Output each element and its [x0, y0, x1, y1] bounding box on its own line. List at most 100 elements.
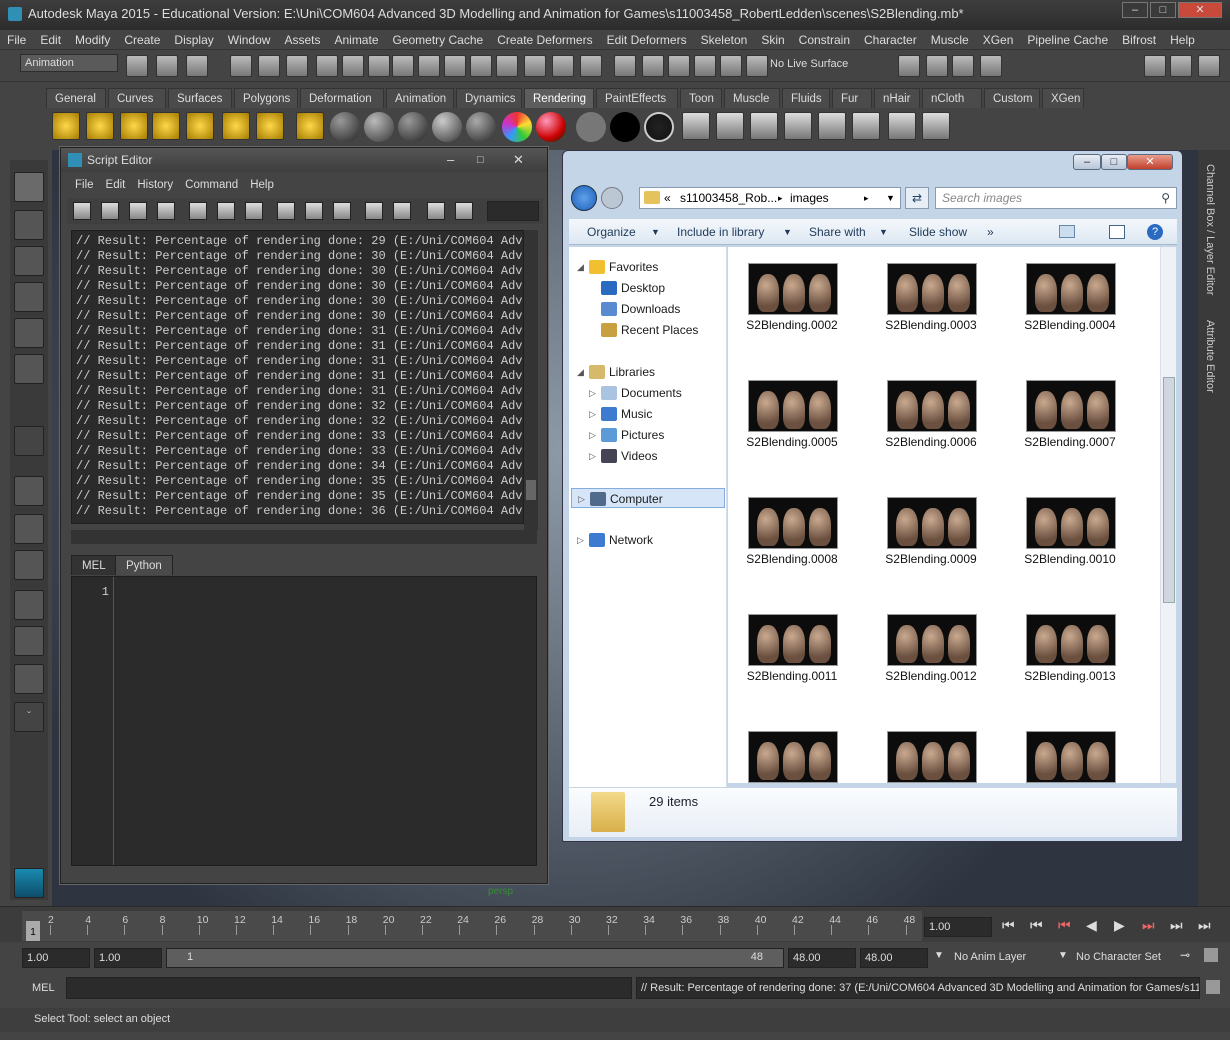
status-tool-icon[interactable] — [1198, 55, 1220, 77]
render-tool-icon[interactable] — [682, 112, 710, 140]
status-tool-icon[interactable] — [720, 55, 742, 77]
expand-arrow-icon[interactable]: ▷ — [577, 530, 584, 550]
se-minimize-button[interactable]: – — [447, 148, 454, 172]
status-tool-icon[interactable] — [642, 55, 664, 77]
render-tool-icon[interactable] — [784, 112, 812, 140]
menu-animate[interactable]: Animate — [327, 30, 385, 50]
nav-computer[interactable]: ▷ Computer — [571, 488, 725, 508]
shelf-tab-dynamics[interactable]: Dynamics — [456, 88, 522, 108]
search-box[interactable]: Search images ⚲ — [935, 187, 1177, 209]
status-tool-icon[interactable] — [746, 55, 768, 77]
status-tool-icon[interactable] — [694, 55, 716, 77]
menu-create-deformers[interactable]: Create Deformers — [490, 30, 599, 50]
preview-pane-icon[interactable] — [1109, 225, 1125, 239]
rotate-tool-icon[interactable] — [14, 318, 44, 348]
range-slider-bar[interactable]: 1 48 — [166, 948, 784, 968]
prefs-icon[interactable] — [1204, 948, 1218, 962]
time-slider-track[interactable]: 2 4 6 8 10 12 14 16 18 20 22 24 26 28 30 32 34 36 38 40 42 44… — [22, 911, 922, 941]
mode-selector[interactable]: Animation — [20, 54, 118, 72]
channel-box-tab[interactable]: Channel Box / Layer Editor — [1204, 164, 1216, 295]
key-icon[interactable]: ⊸ — [1180, 948, 1190, 962]
shelf-tab-curves[interactable]: Curves — [108, 88, 166, 108]
status-tool-icon[interactable] — [952, 55, 974, 77]
render-material-icon[interactable] — [330, 112, 360, 142]
command-input[interactable] — [66, 977, 632, 999]
playback-start-field[interactable]: 1.00 — [94, 948, 162, 968]
expand-arrow-icon[interactable]: ▷ — [589, 446, 596, 466]
status-tool-icon[interactable] — [980, 55, 1002, 77]
menu-display[interactable]: Display — [167, 30, 220, 50]
file-item[interactable]: S2Blending.0011 — [732, 600, 852, 700]
help-icon[interactable]: ? — [1147, 224, 1163, 240]
file-item[interactable]: S2Blending.0002 — [732, 249, 852, 349]
shelf-tab-xgen[interactable]: XGen — [1042, 88, 1084, 108]
se-toolbar-icon[interactable] — [393, 202, 411, 220]
cmd-organize[interactable]: Organize — [587, 219, 636, 245]
ex-maximize-button[interactable]: □ — [1101, 154, 1127, 170]
shelf-tab-custom[interactable]: Custom — [984, 88, 1040, 108]
se-toolbar-icon[interactable] — [129, 202, 147, 220]
anim-layer-dropdown-icon[interactable]: ▼ — [934, 950, 944, 961]
lasso-tool-icon[interactable] — [14, 210, 44, 240]
step-forward-frame-icon[interactable]: ⏭ — [1142, 917, 1155, 934]
render-light-icon[interactable] — [256, 112, 284, 140]
nav-documents[interactable]: ▷ Documents — [589, 383, 741, 403]
shelf-tab-polygons[interactable]: Polygons — [234, 88, 298, 108]
status-tool-icon[interactable] — [342, 55, 364, 77]
shelf-tab-fluids[interactable]: Fluids — [782, 88, 830, 108]
se-toolbar-icon[interactable] — [157, 202, 175, 220]
file-item[interactable] — [1010, 717, 1130, 783]
file-item[interactable] — [732, 717, 852, 783]
render-tool-icon[interactable] — [922, 112, 950, 140]
expand-arrow-icon[interactable]: ▷ — [578, 489, 585, 509]
current-time-field[interactable]: 1.00 — [924, 917, 992, 937]
se-toolbar-icon[interactable] — [455, 202, 473, 220]
status-tool-icon[interactable] — [156, 55, 178, 77]
nav-network[interactable]: ▷ Network — [577, 530, 729, 550]
maximize-button[interactable]: □ — [1150, 2, 1176, 18]
file-item[interactable]: S2Blending.0010 — [1010, 483, 1130, 583]
status-tool-icon[interactable] — [668, 55, 690, 77]
render-light-icon[interactable] — [86, 112, 114, 140]
render-material-icon[interactable] — [536, 112, 566, 142]
nav-downloads[interactable]: Downloads — [601, 299, 741, 319]
shelf-tab-toon[interactable]: Toon — [680, 88, 722, 108]
menu-modify[interactable]: Modify — [68, 30, 117, 50]
status-tool-icon[interactable] — [580, 55, 602, 77]
shelf-tab-muscle[interactable]: Muscle — [724, 88, 780, 108]
render-material-icon[interactable] — [644, 112, 674, 142]
render-material-icon[interactable] — [576, 112, 606, 142]
expand-arrow-icon[interactable]: ◢ — [577, 257, 584, 277]
status-tool-icon[interactable] — [1144, 55, 1166, 77]
output-horizontal-scrollbar[interactable] — [71, 530, 537, 544]
current-frame-marker[interactable]: 1 — [26, 921, 40, 941]
se-toolbar-icon[interactable] — [245, 202, 263, 220]
menu-edit-deformers[interactable]: Edit Deformers — [600, 30, 694, 50]
menu-assets[interactable]: Assets — [277, 30, 327, 50]
script-input[interactable]: 1 — [71, 576, 537, 866]
menu-constrain[interactable]: Constrain — [792, 30, 857, 50]
se-toolbar-icon[interactable] — [277, 202, 295, 220]
cmd-share-with[interactable]: Share with — [809, 219, 866, 245]
cmd--[interactable]: » — [987, 219, 994, 245]
status-tool-icon[interactable] — [286, 55, 308, 77]
render-light-icon[interactable] — [186, 112, 214, 140]
status-tool-icon[interactable] — [126, 55, 148, 77]
menu-geometry-cache[interactable]: Geometry Cache — [386, 30, 491, 50]
render-material-icon[interactable] — [610, 112, 640, 142]
paint-select-tool-icon[interactable] — [14, 246, 44, 276]
file-item[interactable]: S2Blending.0008 — [732, 483, 852, 583]
render-tool-icon[interactable] — [852, 112, 880, 140]
shelf-tab-surfaces[interactable]: Surfaces — [168, 88, 232, 108]
character-set-field[interactable]: No Character Set — [1072, 948, 1176, 968]
nav-desktop[interactable]: Desktop — [601, 278, 741, 298]
ex-minimize-button[interactable]: – — [1073, 154, 1101, 170]
select-tool-icon[interactable] — [14, 172, 44, 202]
status-tool-icon[interactable] — [524, 55, 546, 77]
minimize-button[interactable]: – — [1122, 2, 1148, 18]
render-tool-icon[interactable] — [818, 112, 846, 140]
breadcrumb-parent[interactable]: s11003458_Rob... — [680, 188, 777, 208]
breadcrumb-separator-icon[interactable]: ▸ — [864, 188, 869, 208]
se-toolbar-icon[interactable] — [217, 202, 235, 220]
play-back-icon[interactable]: ◀ — [1086, 917, 1097, 934]
